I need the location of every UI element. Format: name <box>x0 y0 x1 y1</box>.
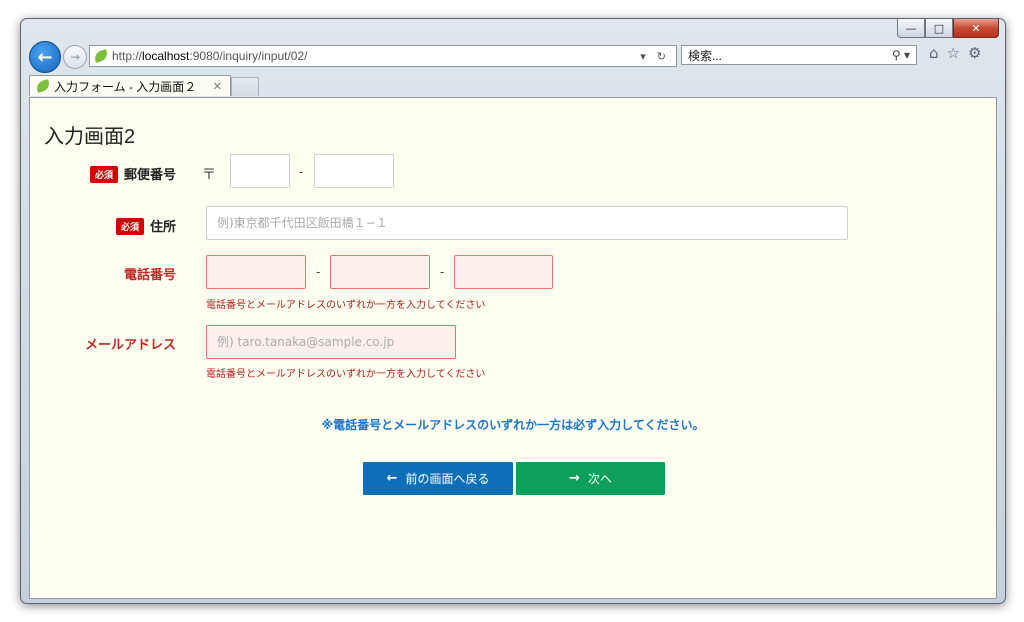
required-badge: 必須 <box>89 166 118 183</box>
postal-code-second-input[interactable] <box>314 154 394 188</box>
back-button[interactable]: ← 前の画面へ戻る <box>363 462 513 495</box>
postal-code-first-input[interactable] <box>230 154 290 188</box>
postal-code-label-text: 郵便番号 <box>123 168 176 183</box>
refresh-icon[interactable]: ▾ ↻ <box>640 50 670 63</box>
search-placeholder: 検索... <box>688 48 723 63</box>
browser-window: — □ ✕ ← → http://localhost:9080/inquiry/… <box>20 18 1006 604</box>
email-input[interactable] <box>206 325 456 359</box>
close-window-button[interactable]: ✕ <box>953 19 999 38</box>
home-icon[interactable]: ⌂ <box>929 44 939 62</box>
phone-label: 電話番号 <box>123 268 176 283</box>
address-bar[interactable]: http://localhost:9080/inquiry/input/02/ … <box>89 45 677 67</box>
phone-first-input[interactable] <box>206 255 306 289</box>
settings-gear-icon[interactable]: ⚙ <box>968 44 981 62</box>
tab-title: 入力フォーム - 入力画面２ <box>54 79 197 94</box>
new-tab-button[interactable] <box>231 77 259 96</box>
url-prefix: http:// <box>112 49 143 63</box>
address-label: 必須 住所 <box>30 216 176 235</box>
arrow-left-icon: ← <box>386 471 398 486</box>
site-favicon-icon <box>92 48 110 64</box>
search-icon[interactable]: ⚲ ▾ <box>892 48 910 62</box>
browser-tab[interactable]: 入力フォーム - 入力画面２ ✕ <box>29 75 231 96</box>
url-path: :9080/inquiry/input/02/ <box>189 49 308 63</box>
forward-arrow-icon[interactable]: → <box>63 45 87 69</box>
maximize-button[interactable]: □ <box>925 19 953 38</box>
arrow-right-icon: → <box>569 471 580 486</box>
notice-text: ※電話番号とメールアドレスのいずれか一方は必ず入力してください。 <box>321 418 705 432</box>
page-title: 入力画面2 <box>44 126 136 148</box>
toolbar-icons: ⌂ ☆ ⚙ <box>929 44 981 62</box>
postal-separator: - <box>299 165 304 179</box>
postal-mark: 〒 <box>202 167 216 183</box>
phone-second-input[interactable] <box>330 255 430 289</box>
address-input[interactable] <box>206 206 848 240</box>
phone-error-hint: 電話番号とメールアドレスのいずれか一方を入力してください <box>206 300 486 311</box>
url-host: localhost <box>142 49 190 63</box>
page-content: 入力画面2 必須郵便番号 〒 - 必須住所 電話番号 - - 電話番号とメールア… <box>29 97 997 599</box>
email-label: メールアドレス <box>84 338 176 353</box>
next-button[interactable]: → 次へ <box>516 462 665 495</box>
window-controls: — □ ✕ <box>897 19 999 38</box>
phone-third-input[interactable] <box>454 255 553 289</box>
next-button-label: 次へ <box>587 472 612 486</box>
tab-close-icon[interactable]: ✕ <box>213 80 222 93</box>
favorites-star-icon[interactable]: ☆ <box>947 44 960 62</box>
back-button-label: 前の画面へ戻る <box>405 472 490 486</box>
search-box[interactable]: 検索... ⚲ ▾ <box>681 45 917 65</box>
phone-separator: - <box>440 265 445 279</box>
tab-favicon-icon <box>34 78 52 94</box>
email-error-hint: 電話番号とメールアドレスのいずれか一方を入力してください <box>206 369 486 380</box>
address-label-text: 住所 <box>149 220 176 235</box>
back-arrow-icon[interactable]: ← <box>29 41 61 73</box>
minimize-button[interactable]: — <box>897 19 925 38</box>
postal-code-label: 必須 郵便番号 <box>30 164 176 183</box>
navigation-bar: ← → http://localhost:9080/inquiry/input/… <box>29 41 997 73</box>
required-badge: 必須 <box>115 218 144 235</box>
phone-separator: - <box>316 265 321 279</box>
